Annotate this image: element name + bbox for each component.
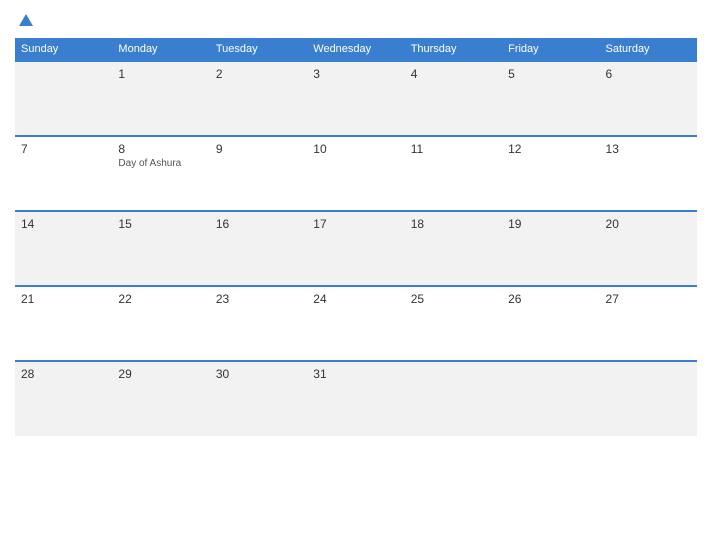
day-number: 27 (606, 292, 691, 306)
calendar-cell: 21 (15, 286, 112, 361)
day-number: 9 (216, 142, 301, 156)
calendar-cell: 16 (210, 211, 307, 286)
day-number: 7 (21, 142, 106, 156)
day-number: 19 (508, 217, 593, 231)
week-row-3: 14 15 16 17 18 19 20 (15, 211, 697, 286)
day-number: 31 (313, 367, 398, 381)
calendar-cell: 13 (600, 136, 697, 211)
day-number: 25 (411, 292, 496, 306)
day-number: 28 (21, 367, 106, 381)
calendar-cell (405, 361, 502, 436)
calendar-cell: 31 (307, 361, 404, 436)
calendar-cell: 24 (307, 286, 404, 361)
day-number: 8 (118, 142, 203, 156)
calendar-cell (600, 361, 697, 436)
day-number: 6 (606, 67, 691, 81)
calendar-cell: 28 (15, 361, 112, 436)
calendar-cell: 19 (502, 211, 599, 286)
day-number: 14 (21, 217, 106, 231)
weekday-header-saturday: Saturday (600, 38, 697, 61)
weekday-header-row: SundayMondayTuesdayWednesdayThursdayFrid… (15, 38, 697, 61)
day-number: 5 (508, 67, 593, 81)
day-number: 20 (606, 217, 691, 231)
weekday-header-tuesday: Tuesday (210, 38, 307, 61)
calendar-cell: 11 (405, 136, 502, 211)
day-number: 12 (508, 142, 593, 156)
day-number: 13 (606, 142, 691, 156)
calendar-cell: 7 (15, 136, 112, 211)
calendar-cell: 12 (502, 136, 599, 211)
day-number: 17 (313, 217, 398, 231)
calendar-cell: 25 (405, 286, 502, 361)
day-number: 24 (313, 292, 398, 306)
day-number: 1 (118, 67, 203, 81)
calendar-cell: 17 (307, 211, 404, 286)
calendar-cell: 23 (210, 286, 307, 361)
day-number: 10 (313, 142, 398, 156)
event-label: Day of Ashura (118, 158, 203, 169)
calendar-cell: 2 (210, 61, 307, 136)
logo-triangle-icon (19, 14, 33, 26)
calendar-cell: 27 (600, 286, 697, 361)
calendar-cell (502, 361, 599, 436)
calendar-cell: 1 (112, 61, 209, 136)
day-number: 11 (411, 142, 496, 156)
day-number: 23 (216, 292, 301, 306)
calendar-cell: 6 (600, 61, 697, 136)
calendar-cell: 14 (15, 211, 112, 286)
week-row-2: 78 Day of Ashura 9 10 11 12 13 (15, 136, 697, 211)
calendar-cell: 20 (600, 211, 697, 286)
weekday-header-monday: Monday (112, 38, 209, 61)
day-number: 15 (118, 217, 203, 231)
calendar-cell: 8 Day of Ashura (112, 136, 209, 211)
day-number: 26 (508, 292, 593, 306)
header (15, 10, 697, 30)
calendar-cell: 4 (405, 61, 502, 136)
day-number: 18 (411, 217, 496, 231)
calendar-cell (15, 61, 112, 136)
calendar-cell: 15 (112, 211, 209, 286)
day-number: 4 (411, 67, 496, 81)
calendar-cell: 9 (210, 136, 307, 211)
day-number: 30 (216, 367, 301, 381)
week-row-5: 28 29 30 31 (15, 361, 697, 436)
calendar-cell: 3 (307, 61, 404, 136)
day-number: 21 (21, 292, 106, 306)
calendar-table: SundayMondayTuesdayWednesdayThursdayFrid… (15, 38, 697, 436)
week-row-1: 123456 (15, 61, 697, 136)
day-number: 3 (313, 67, 398, 81)
day-number: 2 (216, 67, 301, 81)
calendar-cell: 30 (210, 361, 307, 436)
day-number: 16 (216, 217, 301, 231)
day-number: 22 (118, 292, 203, 306)
calendar-cell: 5 (502, 61, 599, 136)
calendar-page: SundayMondayTuesdayWednesdayThursdayFrid… (0, 0, 712, 550)
logo-blue-text (15, 14, 33, 26)
weekday-header-friday: Friday (502, 38, 599, 61)
calendar-cell: 18 (405, 211, 502, 286)
calendar-cell: 29 (112, 361, 209, 436)
weekday-header-sunday: Sunday (15, 38, 112, 61)
calendar-cell: 26 (502, 286, 599, 361)
calendar-cell: 10 (307, 136, 404, 211)
calendar-cell: 22 (112, 286, 209, 361)
weekday-header-thursday: Thursday (405, 38, 502, 61)
weekday-header-wednesday: Wednesday (307, 38, 404, 61)
logo (15, 14, 33, 26)
day-number: 29 (118, 367, 203, 381)
week-row-4: 21 22 23 24 25 26 27 (15, 286, 697, 361)
